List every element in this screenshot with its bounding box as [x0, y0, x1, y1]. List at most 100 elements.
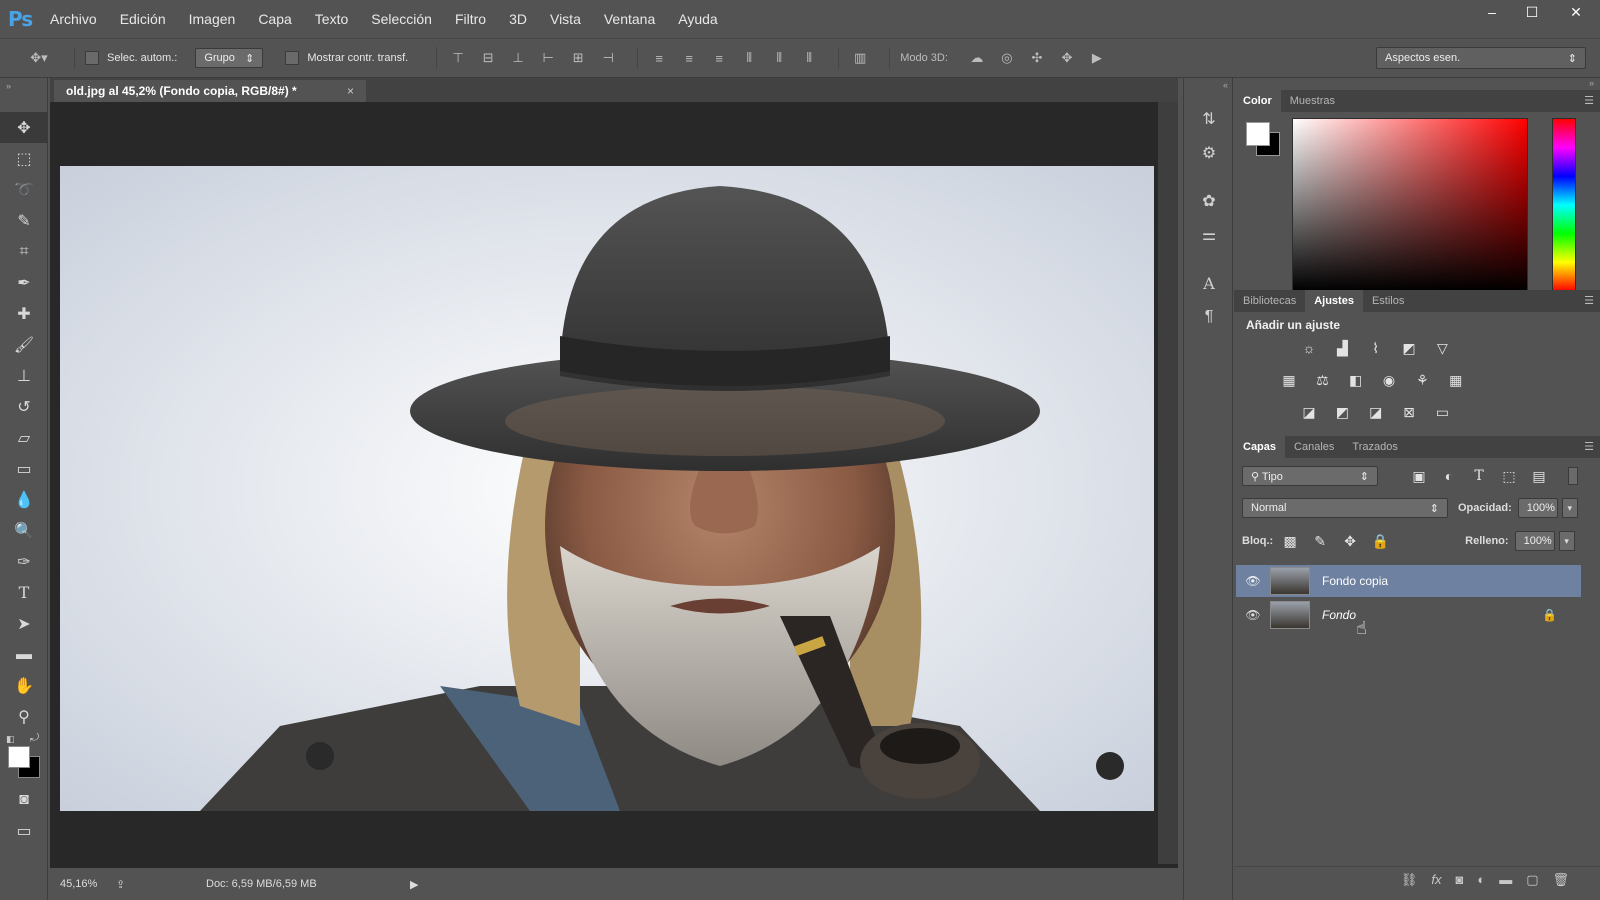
layer-style-icon[interactable]: fx: [1431, 872, 1441, 887]
menu-vista[interactable]: Vista: [550, 11, 581, 27]
close-tab-icon[interactable]: ×: [347, 84, 354, 98]
hue-saturation-icon[interactable]: ▦: [1278, 370, 1300, 390]
menu-ayuda[interactable]: Ayuda: [678, 11, 717, 27]
color-balance-icon[interactable]: ⚖: [1311, 370, 1333, 390]
move-tool-preset-icon[interactable]: ✥▾: [22, 49, 56, 67]
type-tool-icon[interactable]: T: [0, 577, 48, 608]
tab-color[interactable]: Color: [1234, 90, 1281, 112]
screen-mode-icon[interactable]: ▭: [0, 815, 48, 846]
rectangle-tool-icon[interactable]: ▬: [0, 639, 48, 670]
quick-mask-icon[interactable]: ◙: [0, 784, 48, 815]
roll-3d-icon[interactable]: ◎: [996, 49, 1018, 67]
marquee-tool-icon[interactable]: ⬚: [0, 143, 48, 174]
document-tab[interactable]: old.jpg al 45,2% (Fondo copia, RGB/8#) *…: [54, 80, 366, 102]
maximize-button[interactable]: ☐: [1512, 0, 1552, 24]
canvas-image[interactable]: [60, 166, 1154, 811]
healing-brush-tool-icon[interactable]: ✚: [0, 298, 48, 329]
menu-seleccion[interactable]: Selección: [371, 11, 432, 27]
exposure-icon[interactable]: ◩: [1398, 339, 1420, 359]
curves-icon[interactable]: ⌇: [1365, 339, 1387, 359]
layer-row-fondo-copia[interactable]: 👁 Fondo copia: [1236, 565, 1581, 597]
brush-tool-icon[interactable]: 🖌: [0, 329, 48, 360]
collapse-arrows-icon[interactable]: »: [0, 78, 47, 112]
visibility-eye-icon[interactable]: 👁: [1236, 608, 1270, 622]
menu-ventana[interactable]: Ventana: [604, 11, 655, 27]
new-layer-icon[interactable]: ▢: [1526, 872, 1538, 888]
lock-all-icon[interactable]: 🔒: [1369, 531, 1391, 551]
tab-bibliotecas[interactable]: Bibliotecas: [1234, 290, 1305, 312]
menu-capa[interactable]: Capa: [258, 11, 291, 27]
menu-3d[interactable]: 3D: [509, 11, 527, 27]
tab-ajustes[interactable]: Ajustes: [1305, 290, 1363, 312]
show-transform-checkbox[interactable]: [285, 51, 300, 65]
filter-adjustment-icon[interactable]: ◐: [1438, 466, 1460, 486]
filter-pixel-icon[interactable]: ▣: [1408, 466, 1430, 486]
properties-panel-icon[interactable]: ⚙: [1184, 136, 1234, 170]
panel-menu-icon[interactable]: ☰: [1584, 294, 1594, 307]
tab-capas[interactable]: Capas: [1234, 436, 1286, 458]
clone-stamp-tool-icon[interactable]: ⊥: [0, 360, 48, 391]
auto-align-icon[interactable]: ▥: [849, 49, 871, 67]
slide-3d-icon[interactable]: ✥: [1056, 49, 1078, 67]
quick-selection-tool-icon[interactable]: ✎: [0, 205, 48, 236]
share-icon[interactable]: ⇪: [116, 878, 206, 891]
layer-name[interactable]: Fondo copia: [1322, 574, 1388, 588]
panel-menu-icon[interactable]: ☰: [1584, 440, 1594, 453]
fill-field[interactable]: 100%: [1514, 531, 1555, 551]
foreground-color-chip[interactable]: [1246, 122, 1270, 146]
character-panel-icon[interactable]: A: [1184, 266, 1234, 300]
zoom-level[interactable]: 45,16%: [60, 878, 110, 890]
distribute-hcenter-icon[interactable]: ⦀: [768, 49, 790, 67]
new-group-icon[interactable]: ▬: [1499, 872, 1512, 887]
layer-mask-icon[interactable]: ◙: [1455, 872, 1463, 887]
hue-slider[interactable]: [1552, 118, 1576, 292]
fill-dropdown-icon[interactable]: ▾: [1558, 531, 1575, 551]
swap-colors-icon[interactable]: ⤾: [30, 732, 39, 745]
history-brush-tool-icon[interactable]: ↺: [0, 391, 48, 422]
panel-menu-icon[interactable]: ☰: [1584, 94, 1594, 107]
dodge-tool-icon[interactable]: 🔍: [0, 515, 48, 546]
menu-edicion[interactable]: Edición: [120, 11, 166, 27]
brightness-icon[interactable]: ☼: [1298, 338, 1320, 358]
brush-presets-icon[interactable]: ⚌: [1184, 218, 1234, 252]
blur-tool-icon[interactable]: 💧: [0, 484, 48, 515]
channel-mixer-icon[interactable]: ⚘: [1411, 370, 1433, 390]
pan-3d-icon[interactable]: ✣: [1026, 49, 1048, 67]
pen-tool-icon[interactable]: ✑: [0, 546, 48, 577]
collapse-arrows-icon[interactable]: «: [1184, 78, 1232, 102]
align-bottom-icon[interactable]: ⊥: [507, 49, 529, 67]
blend-mode-dropdown[interactable]: Normal ⇕: [1242, 498, 1448, 518]
align-left-icon[interactable]: ⊢: [537, 49, 559, 67]
menu-imagen[interactable]: Imagen: [189, 11, 236, 27]
adjustment-layer-icon[interactable]: ◐: [1477, 872, 1485, 887]
levels-icon[interactable]: ▟: [1331, 339, 1353, 359]
invert-icon[interactable]: ◪: [1298, 402, 1320, 422]
gradient-tool-icon[interactable]: ▭: [0, 453, 48, 484]
zoom-tool-icon[interactable]: ⚲: [0, 701, 48, 732]
align-right-icon[interactable]: ⊣: [597, 49, 619, 67]
lock-position-icon[interactable]: ✥: [1339, 531, 1361, 551]
color-field[interactable]: [1292, 118, 1528, 292]
menu-filtro[interactable]: Filtro: [455, 11, 486, 27]
brush-panel-icon[interactable]: ✿: [1184, 184, 1234, 218]
scale-3d-icon[interactable]: ▶: [1086, 49, 1108, 67]
lock-transparent-icon[interactable]: ▩: [1279, 531, 1301, 551]
menu-texto[interactable]: Texto: [315, 11, 348, 27]
foreground-color-swatch[interactable]: [8, 746, 30, 768]
distribute-left-icon[interactable]: ⦀: [738, 49, 760, 67]
threshold-icon[interactable]: ◪: [1365, 402, 1387, 422]
tab-canales[interactable]: Canales: [1285, 436, 1343, 458]
distribute-right-icon[interactable]: ⦀: [798, 49, 820, 67]
selective-color-icon[interactable]: ⊠: [1398, 402, 1420, 422]
lasso-tool-icon[interactable]: ➰: [0, 174, 48, 205]
crop-tool-icon[interactable]: ⌗: [0, 236, 48, 267]
history-panel-icon[interactable]: ⇅: [1184, 102, 1234, 136]
minimize-button[interactable]: –: [1472, 0, 1512, 24]
layer-row-fondo[interactable]: 👁 Fondo 🔒: [1236, 599, 1581, 631]
link-layers-icon[interactable]: ⛓: [1401, 872, 1418, 888]
play-arrow-icon[interactable]: ▶: [410, 878, 418, 891]
hand-tool-icon[interactable]: ✋: [0, 670, 48, 701]
menu-archivo[interactable]: Archivo: [50, 11, 97, 27]
path-selection-tool-icon[interactable]: ➤: [0, 608, 48, 639]
align-vcenter-icon[interactable]: ⊟: [477, 49, 499, 67]
